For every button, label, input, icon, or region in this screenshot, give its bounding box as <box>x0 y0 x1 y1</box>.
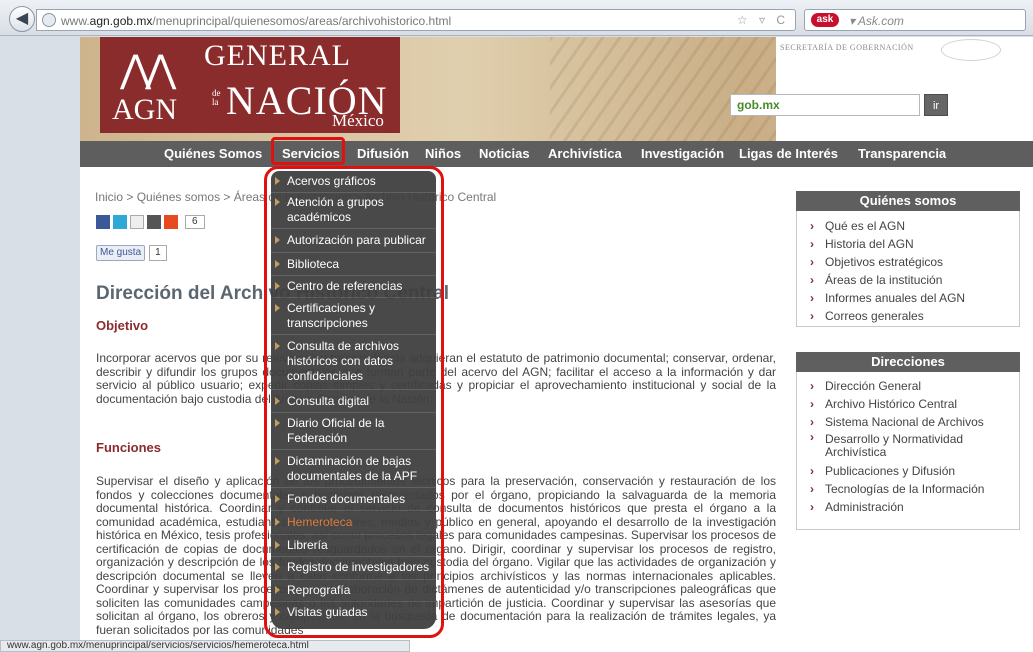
nav-investigacion[interactable]: Investigación <box>641 146 724 161</box>
search-placeholder: ▾ Ask.com <box>849 14 904 28</box>
sidebar-item-archivo-historico[interactable]: Archivo Histórico Central <box>797 395 1019 413</box>
site-header: ⋀⋀ AGN GENERAL de la NACIÓN México SECRE… <box>80 37 1033 141</box>
url-text[interactable]: www.agn.gob.mx/menuprincipal/quienesomos… <box>61 14 451 28</box>
share-buttons: 6 <box>96 215 208 231</box>
sidebar-direcciones-list: Dirección General Archivo Histórico Cent… <box>796 372 1020 530</box>
nav-difusion[interactable]: Difusión <box>357 146 409 161</box>
twitter-share-icon[interactable] <box>113 215 127 229</box>
sidebar-item-sistema-nacional[interactable]: Sistema Nacional de Archivos <box>797 413 1019 431</box>
funciones-heading: Funciones <box>96 440 162 455</box>
objetivo-heading: Objetivo <box>96 318 149 333</box>
logo-line3: México <box>332 111 384 130</box>
gob-mx-logo: gob.mx <box>737 98 780 112</box>
sidebar-item-administracion[interactable]: Administración <box>797 498 1019 516</box>
bookmark-star-icon[interactable]: ☆ ▿ C <box>737 13 789 27</box>
logo-dela: de la <box>212 88 221 107</box>
facebook-like-button[interactable]: Me gusta <box>96 245 146 261</box>
gob-search-input[interactable]: gob.mx <box>730 94 920 116</box>
ask-logo-icon[interactable]: ask <box>811 13 839 27</box>
gob-search-button[interactable]: ir <box>924 94 948 116</box>
sidebar-item-desarrollo[interactable]: Desarrollo y Normatividad Archivística <box>797 431 987 462</box>
back-button[interactable]: ◀ <box>9 6 35 32</box>
logo-letters: AGN <box>112 93 177 126</box>
agn-emblem-icon: ⋀⋀ <box>120 49 176 91</box>
like-widget: Me gusta 1 <box>96 245 167 261</box>
nav-archivistica[interactable]: Archivística <box>548 146 622 161</box>
sidebar-item-areas[interactable]: Áreas de la institución <box>797 271 1019 289</box>
dropdown-highlight-outline <box>264 166 444 638</box>
sidebar-item-correos[interactable]: Correos generales <box>797 307 1019 325</box>
servicios-highlight-outline <box>271 137 345 165</box>
sidebar-item-objetivos[interactable]: Objetivos estratégicos <box>797 253 1019 271</box>
email-share-icon[interactable] <box>130 215 144 229</box>
sidebar-quienes-list: Qué es el AGN Historia del AGN Objetivos… <box>796 211 1020 327</box>
status-bar-url: www.agn.gob.mx/menuprincipal/servicios/s… <box>0 640 410 652</box>
globe-icon <box>42 13 56 27</box>
nav-transparencia[interactable]: Transparencia <box>858 146 946 161</box>
agn-logo[interactable]: ⋀⋀ AGN GENERAL de la NACIÓN México <box>100 37 400 133</box>
sidebar-item-direccion-general[interactable]: Dirección General <box>797 377 1019 395</box>
nav-ninos[interactable]: Niños <box>425 146 461 161</box>
plus-share-icon[interactable] <box>164 215 178 229</box>
national-seal-icon <box>941 39 1001 61</box>
sidebar-item-publicaciones[interactable]: Publicaciones y Difusión <box>797 462 1019 480</box>
like-count: 1 <box>149 245 167 261</box>
search-bar[interactable]: ask ▾ Ask.com <box>804 9 1026 31</box>
header-parchment-image <box>550 37 800 141</box>
main-navigation: Quiénes Somos Servicios Difusión Niños N… <box>80 141 1033 167</box>
logo-line1: GENERAL <box>204 39 351 72</box>
segob-banner[interactable]: SECRETARÍA DE GOBERNACIÓN <box>776 37 1033 141</box>
facebook-share-icon[interactable] <box>96 215 110 229</box>
sidebar-item-informes[interactable]: Informes anuales del AGN <box>797 289 1019 307</box>
sidebar-quienes-heading: Quiénes somos <box>796 191 1020 211</box>
address-bar[interactable]: www.agn.gob.mx/menuprincipal/quienesomos… <box>36 9 796 31</box>
sidebar-item-que-es[interactable]: Qué es el AGN <box>797 217 1019 235</box>
sidebar-direcciones-heading: Direcciones <box>796 352 1020 372</box>
nav-quienes-somos[interactable]: Quiénes Somos <box>164 146 262 161</box>
nav-noticias[interactable]: Noticias <box>479 146 530 161</box>
nav-ligas-de-interes[interactable]: Ligas de Interés <box>739 146 838 161</box>
sidebar-item-historia[interactable]: Historia del AGN <box>797 235 1019 253</box>
segob-text: SECRETARÍA DE GOBERNACIÓN <box>780 43 914 52</box>
browser-toolbar: ◀ www.agn.gob.mx/menuprincipal/quienesom… <box>0 0 1033 36</box>
share-count: 6 <box>185 215 205 229</box>
print-icon[interactable] <box>147 215 161 229</box>
sidebar-item-tecnologias[interactable]: Tecnologías de la Información <box>797 480 1019 498</box>
